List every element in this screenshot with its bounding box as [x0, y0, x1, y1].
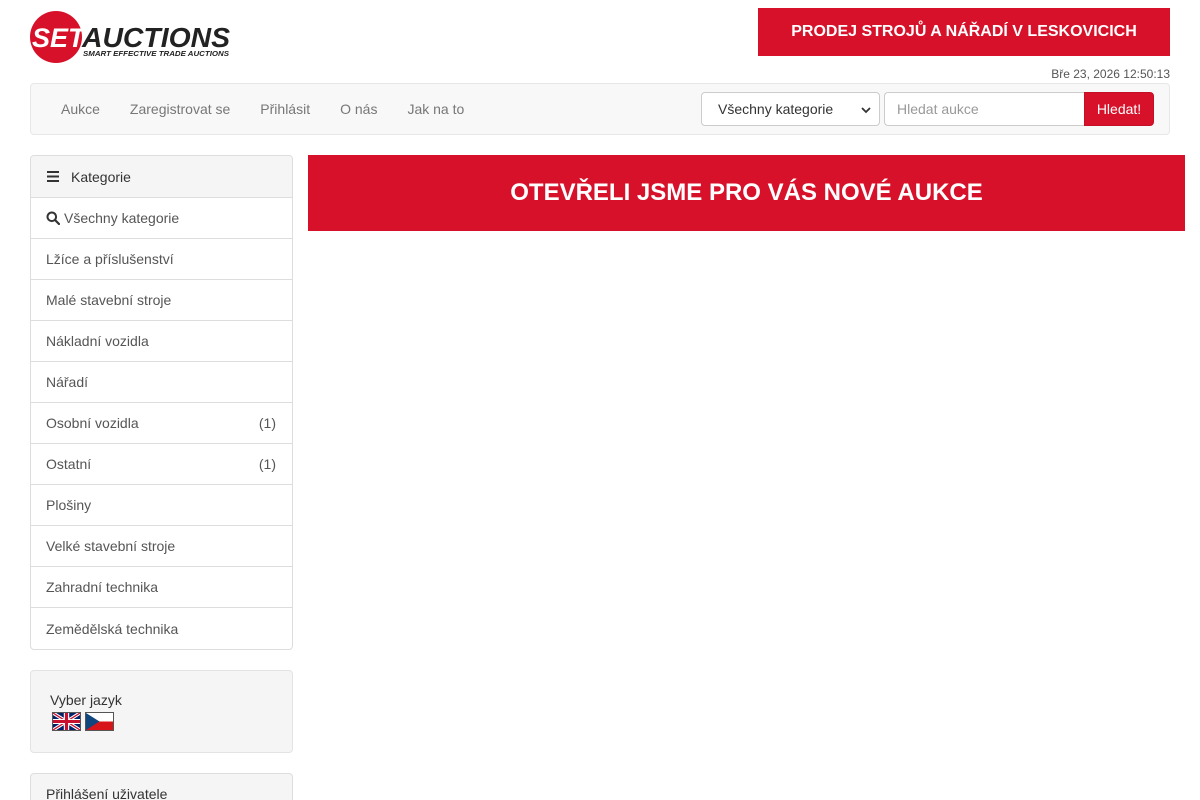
logo-mark: SET [32, 23, 87, 53]
category-label: Osobní vozidla [46, 415, 139, 431]
category-label: Zemědělská technika [46, 620, 179, 637]
category-item[interactable]: Osobní vozidla (1) [31, 403, 292, 444]
nav-link-how-to[interactable]: Jak na to [392, 84, 479, 134]
category-select[interactable]: Všechny kategorie [701, 92, 880, 126]
category-panel-title: Kategorie [71, 168, 131, 185]
category-item[interactable]: Malé stavební stroje [31, 280, 292, 321]
category-label: Velké stavební stroje [46, 538, 176, 554]
category-label: Lžíce a příslušenství [46, 251, 174, 267]
bars-icon [47, 171, 59, 182]
category-item[interactable]: Zahradní technika [31, 567, 292, 608]
category-panel-heading: Kategorie [31, 156, 292, 198]
search-icon [46, 211, 60, 225]
user-login-heading: Přihlášení uživatele [46, 786, 168, 800]
language-panel: Vyber jazyk [30, 670, 293, 753]
category-label: Ostatní [46, 456, 92, 472]
english-flag-icon[interactable] [52, 712, 81, 731]
search-button[interactable]: Hledat! [1084, 92, 1154, 126]
category-label: Nářadí [46, 374, 89, 390]
site-logo[interactable]: SET AUCTIONS SMART EFFECTIVE TRADE AUCTI… [30, 10, 232, 64]
category-select-value: Všechny kategorie [718, 101, 834, 117]
category-item-all[interactable]: Všechny kategorie [31, 198, 292, 239]
category-item[interactable]: Plošiny [31, 485, 292, 526]
nav-link-auctions[interactable]: Aukce [31, 84, 115, 134]
category-item[interactable]: Lžíce a příslušenství [31, 239, 292, 280]
promo-button[interactable]: PRODEJ STROJŮ A NÁŘADÍ V LESKOVICICH [758, 8, 1170, 56]
category-list: Lžíce a příslušenství Malé stavební stroj… [31, 239, 292, 649]
category-item[interactable]: Velké stavební stroje [31, 526, 292, 567]
czech-flag-icon[interactable] [85, 712, 114, 731]
category-label: Plošiny [46, 497, 92, 513]
search-input[interactable] [884, 92, 1085, 126]
category-item[interactable]: Nářadí [31, 362, 292, 403]
category-panel: Kategorie Všechny kategorie Lžíce a přís… [30, 155, 293, 650]
category-label: Malé stavební stroje [46, 292, 172, 308]
nav-link-about[interactable]: O nás [325, 84, 392, 134]
logo-graphic: SET AUCTIONS SMART EFFECTIVE TRADE AUCTI… [30, 11, 230, 63]
category-label: Všechny kategorie [64, 210, 180, 226]
user-login-panel: Přihlášení uživatele [30, 773, 293, 800]
main-navbar: Aukce Zaregistrovat se Přihlásit O nás J… [30, 83, 1170, 135]
current-datetime: Bře 23, 2026 12:50:13 [1051, 67, 1170, 81]
language-flags [50, 712, 273, 731]
nav-link-register[interactable]: Zaregistrovat se [115, 84, 245, 134]
category-item[interactable]: Zemědělská technika [31, 608, 292, 649]
category-label: Zahradní technika [46, 579, 159, 595]
logo-tagline: SMART EFFECTIVE TRADE AUCTIONS [83, 51, 229, 58]
nav-link-login[interactable]: Přihlásit [245, 84, 325, 134]
nav-links: Aukce Zaregistrovat se Přihlásit O nás J… [31, 84, 479, 134]
category-label: Nákladní vozidla [46, 333, 149, 349]
sidebar: Kategorie Všechny kategorie Lžíce a přís… [30, 155, 293, 800]
language-label: Vyber jazyk [50, 692, 122, 708]
logo-word: AUCTIONS [81, 22, 230, 53]
category-item[interactable]: Nákladní vozidla [31, 321, 292, 362]
category-item[interactable]: Ostatní (1) [31, 444, 292, 485]
category-count: (1) [258, 456, 276, 472]
chevron-down-icon [861, 107, 871, 114]
category-count: (1) [258, 415, 276, 431]
main-banner: OTEVŘELI JSME PRO VÁS NOVÉ AUKCE [308, 155, 1185, 231]
